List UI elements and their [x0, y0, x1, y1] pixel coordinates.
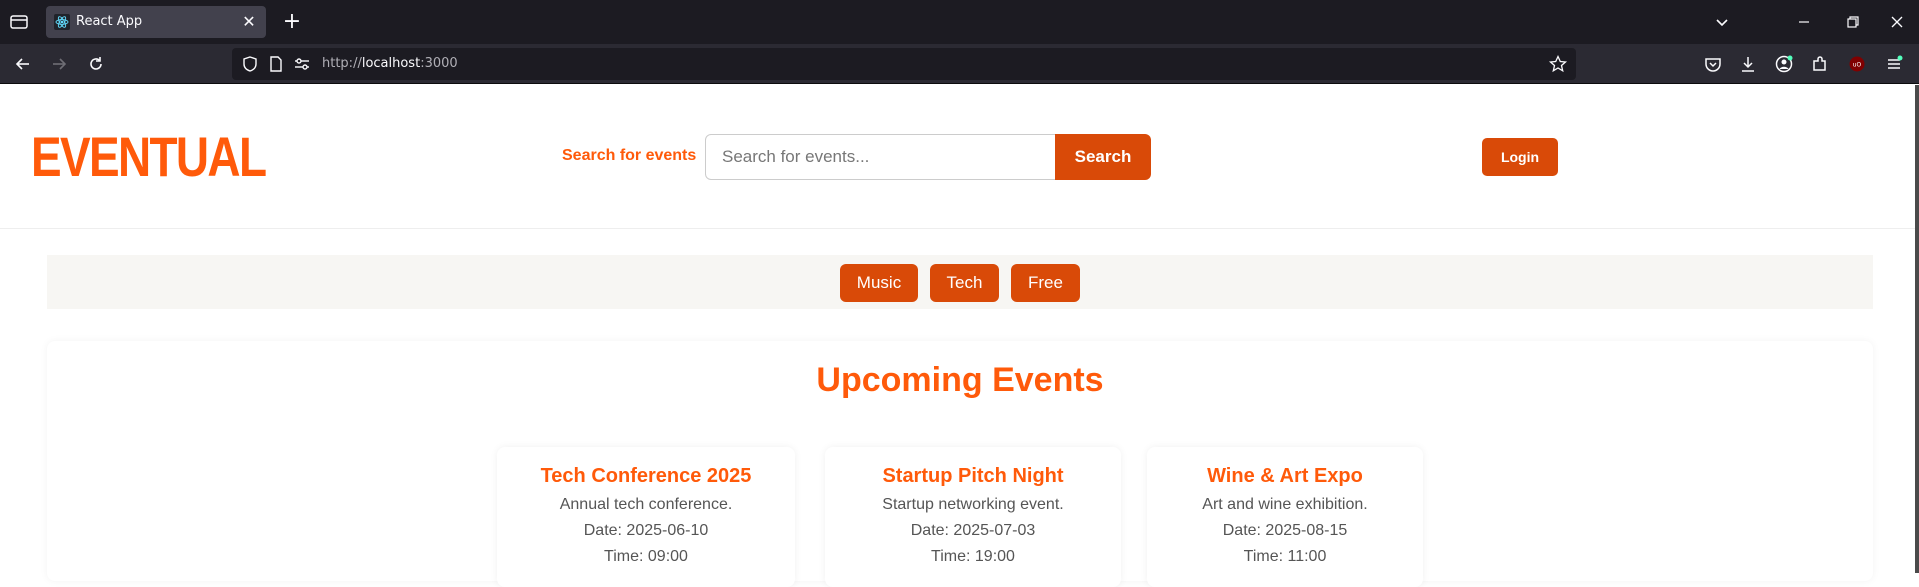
- page-scrollbar[interactable]: [1915, 85, 1919, 573]
- filter-tech-button[interactable]: Tech: [930, 264, 999, 302]
- tab-title: React App: [76, 14, 143, 29]
- downloads-icon[interactable]: [1736, 52, 1760, 76]
- url-bar[interactable]: http://localhost:3000: [232, 48, 1576, 80]
- url-text[interactable]: http://localhost:3000: [322, 56, 458, 71]
- account-icon[interactable]: [1772, 52, 1796, 76]
- event-description: Annual tech conference.: [559, 496, 733, 513]
- page-icon[interactable]: [266, 54, 286, 78]
- event-card[interactable]: Tech Conference 2025 Annual tech confere…: [497, 447, 795, 587]
- browser-tab[interactable]: React App ✕: [46, 6, 266, 38]
- browser-nav-bar: http://localhost:3000 uO: [0, 44, 1919, 84]
- new-tab-icon[interactable]: +: [280, 10, 304, 34]
- filter-music-button[interactable]: Music: [840, 264, 918, 302]
- events-heading: Upcoming Events: [816, 361, 1104, 399]
- event-time: Time: 19:00: [931, 548, 1015, 565]
- forward-icon[interactable]: [47, 52, 71, 76]
- event-card[interactable]: Wine & Art Expo Art and wine exhibition.…: [1147, 447, 1423, 587]
- restore-icon[interactable]: [1840, 10, 1864, 34]
- event-description: Startup networking event.: [882, 496, 1064, 513]
- site-header: EVENTUAL Search for events Search Login: [0, 85, 1915, 229]
- ublock-icon[interactable]: uO: [1845, 52, 1869, 76]
- page-viewport: EVENTUAL Search for events Search Login …: [0, 85, 1919, 587]
- category-filter-bar: Music Tech Free: [47, 255, 1873, 309]
- events-section: Upcoming Events Tech Conference 2025 Ann…: [47, 341, 1873, 587]
- event-time: Time: 09:00: [604, 548, 688, 565]
- event-description: Art and wine exhibition.: [1202, 496, 1368, 513]
- browser-tab-bar: React App ✕ +: [0, 0, 1919, 44]
- menu-icon[interactable]: [1882, 52, 1906, 76]
- bookmark-star-icon[interactable]: [1548, 54, 1568, 78]
- search-label: Search for events: [562, 147, 697, 164]
- event-title: Wine & Art Expo: [1207, 465, 1363, 487]
- permissions-icon[interactable]: [292, 54, 312, 78]
- close-tab-icon[interactable]: ✕: [240, 13, 258, 31]
- minimize-icon[interactable]: [1792, 10, 1816, 34]
- reload-icon[interactable]: [84, 52, 108, 76]
- event-date: Date: 2025-06-10: [583, 522, 709, 539]
- site-logo[interactable]: EVENTUAL: [31, 127, 267, 187]
- event-date: Date: 2025-07-03: [910, 522, 1036, 539]
- back-icon[interactable]: [11, 52, 35, 76]
- extensions-icon[interactable]: [1808, 52, 1832, 76]
- shield-icon[interactable]: [240, 54, 260, 78]
- event-card[interactable]: Startup Pitch Night Startup networking e…: [825, 447, 1121, 587]
- close-window-icon[interactable]: [1885, 10, 1909, 34]
- filter-free-button[interactable]: Free: [1011, 264, 1080, 302]
- tab-list-icon[interactable]: [8, 11, 30, 33]
- event-title: Startup Pitch Night: [882, 465, 1064, 487]
- login-button[interactable]: Login: [1482, 138, 1558, 176]
- pocket-icon[interactable]: [1701, 52, 1725, 76]
- react-icon: [54, 14, 70, 30]
- search-button[interactable]: Search: [1055, 134, 1151, 180]
- list-all-tabs-icon[interactable]: [1710, 10, 1734, 34]
- search-input[interactable]: [705, 134, 1057, 180]
- event-time: Time: 11:00: [1243, 548, 1327, 565]
- svg-text:uO: uO: [1853, 62, 1862, 69]
- event-title: Tech Conference 2025: [540, 465, 752, 487]
- event-date: Date: 2025-08-15: [1222, 522, 1348, 539]
